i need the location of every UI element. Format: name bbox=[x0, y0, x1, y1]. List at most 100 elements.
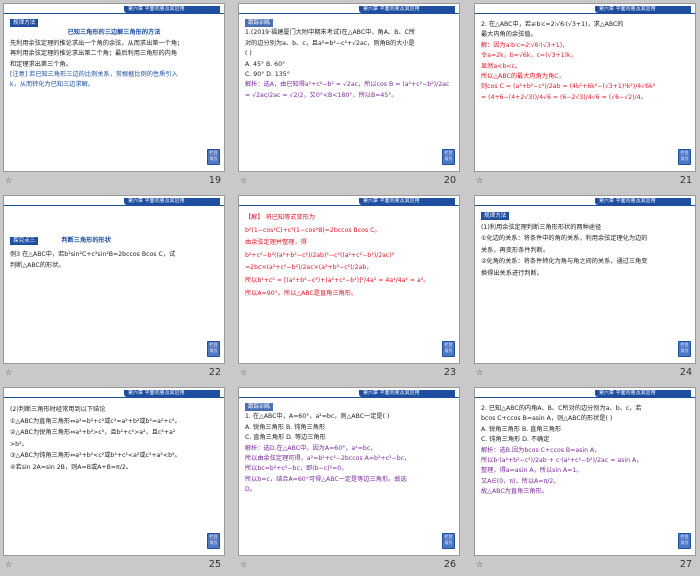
slide-header: 第六章 平面向量及其应用 bbox=[4, 196, 224, 206]
slide-text: C. 直角三角形 D. 等边三角形 bbox=[245, 434, 326, 442]
slide-text: b²(1−cos²C)+c²(1−cos²B)=2bccos Bcos C。 bbox=[245, 226, 381, 234]
slide-text: b²+c²−b²((a²+b²−c²)/2ab)²−c²((a²+c²−b²)/… bbox=[245, 251, 395, 259]
slide-header: 第六章 平面向量及其应用 bbox=[475, 196, 695, 206]
slide-text: 2. 在△ABC中，若a∶b∶c=2∶√6∶(√3+1)，求△ABC的 bbox=[481, 21, 624, 28]
star-icon[interactable]: ☆ bbox=[5, 368, 14, 377]
slide-text: C. 钝角三角形 D. 不确定 bbox=[481, 436, 550, 444]
slide-text: 所以由余弦定理可得，a²=b²+c²−2bccos A=b²+c²−bc， bbox=[245, 455, 411, 463]
slide-text: A. 45° B. 60° bbox=[245, 60, 286, 68]
star-icon[interactable]: ☆ bbox=[240, 560, 249, 569]
star-icon[interactable]: ☆ bbox=[240, 368, 249, 377]
slide-thumbnail[interactable]: 第六章 平面向量及其应用 2. 在△ABC中，若a∶b∶c=2∶√6∶(√3+1… bbox=[474, 3, 696, 188]
nav-icon[interactable]: 栏目导引 bbox=[442, 341, 455, 357]
nav-icon[interactable]: 栏目导引 bbox=[207, 533, 220, 549]
section-tag: 规律方法 bbox=[10, 19, 39, 27]
slide-header: 第六章 平面向量及其应用 bbox=[239, 4, 459, 14]
slide-text: 解：因为a∶b∶c=2∶√6∶(√3+1)， bbox=[481, 41, 569, 49]
star-icon[interactable]: ☆ bbox=[5, 560, 14, 569]
slide-24[interactable]: 第六章 平面向量及其应用 规律方法 (1)利用余弦定理判断三角形形状的两种途径 … bbox=[474, 195, 696, 364]
star-icon[interactable]: ☆ bbox=[5, 176, 14, 185]
slide-26[interactable]: 第六章 平面向量及其应用 跟踪训练 1. 在△ABC中，A=60°，a²=bc，… bbox=[238, 387, 460, 556]
slide-text: 1. 在△ABC中，A=60°，a²=bc，则△ABC一定是( ) bbox=[245, 413, 390, 421]
slide-text: 所以△ABC的最大内角为角C， bbox=[481, 73, 565, 81]
star-icon[interactable]: ☆ bbox=[476, 368, 485, 377]
slide-text: 关系，再变形条件判断。 bbox=[481, 246, 550, 254]
slide-text: 由余弦定理并整理，得 bbox=[245, 239, 307, 247]
slide-27[interactable]: 第六章 平面向量及其应用 2. 已知△ABC的内角A、B、C所对的边分别为a、b… bbox=[474, 387, 696, 556]
slide-text: 所以A=90°。所以△ABC是直角三角形。 bbox=[245, 289, 358, 297]
slide-header: 第六章 平面向量及其应用 bbox=[4, 4, 224, 14]
slide-header: 第六章 平面向量及其应用 bbox=[475, 4, 695, 14]
slide-22[interactable]: 第六章 平面向量及其应用 探究点三 判断三角形的形状 例3 在△ABC中，若b²s… bbox=[3, 195, 225, 364]
slide-text: 整理，得a=asin A，所以sin A=1。 bbox=[481, 467, 583, 475]
slide-text: [注意] 若已知三角形三边的比例关系，常根据比例的性质引入 bbox=[10, 71, 178, 79]
slide-text: 例3 在△ABC中，若b²sin²C+c²sin²B=2bccos Bcos C… bbox=[10, 251, 176, 259]
slide-number: 21 bbox=[679, 175, 692, 186]
slide-text: (2)判断三角形时经常用到以下结论 bbox=[10, 406, 106, 413]
star-icon[interactable]: ☆ bbox=[476, 176, 485, 185]
slide-text: bcos C+ccos B=asin A，则△ABC的形状是( ) bbox=[481, 415, 613, 423]
slide-thumbnail[interactable]: 第六章 平面向量及其应用 跟踪训练 1.(2019·福建厦门大附中期末考试)在△… bbox=[238, 3, 460, 188]
slide-25[interactable]: 第六章 平面向量及其应用 (2)判断三角形时经常用到以下结论 ①△ABC为直角三… bbox=[3, 387, 225, 556]
slide-text: ③△ABC为钝角三角形⇔a²+b²<c²或b²+c²<a²或c²+a²<b²。 bbox=[10, 452, 181, 460]
slide-text: (1)利用余弦定理判断三角形形状的两种途径 bbox=[481, 223, 602, 231]
slide-text: 判断△ABC的形状。 bbox=[10, 261, 65, 269]
slide-text: = √2ac/2ac = √2/2，又0°<B<180°，所以B=45°。 bbox=[245, 91, 398, 99]
nav-icon[interactable]: 栏目导引 bbox=[678, 533, 691, 549]
slide-text: =2bc×(a²+c²−b²)/2ac×(a²+b²−c²)/2ab， bbox=[245, 264, 373, 272]
slide-text: ①△ABC为直角三角形⇔a²=b²+c²或c²=a²+b²或b²=a²+c²。 bbox=[10, 417, 181, 425]
slide-text: 再利用余弦定理的推论求出第二个角；最后利用三角形的内角 bbox=[10, 50, 178, 58]
slide-text: D。 bbox=[245, 486, 256, 494]
nav-icon[interactable]: 栏目导引 bbox=[678, 341, 691, 357]
nav-icon[interactable]: 栏目导引 bbox=[678, 149, 691, 165]
slide-20[interactable]: 第六章 平面向量及其应用 跟踪训练 1.(2019·福建厦门大附中期末考试)在△… bbox=[238, 3, 460, 172]
section-tag: 探究点三 bbox=[10, 237, 39, 245]
section-tag: 跟踪训练 bbox=[245, 403, 274, 411]
slide-header: 第六章 平面向量及其应用 bbox=[239, 196, 459, 206]
section-tag: 跟踪训练 bbox=[245, 19, 274, 27]
slide-text: 所以b=c，结合A=60°可得△ABC一定是等边三角形。故选 bbox=[245, 475, 407, 483]
nav-icon[interactable]: 栏目导引 bbox=[207, 149, 220, 165]
slide-text: 则cos C = (a²+b²−c²)/2ab = (4k²+6k²−(√3+1… bbox=[481, 83, 656, 91]
slide-text: >b²。 bbox=[10, 440, 28, 448]
slide-19[interactable]: 第六章 平面向量及其应用 规律方法 已知三角形的三边解三角形的方法 先利用余弦定… bbox=[3, 3, 225, 172]
nav-icon[interactable]: 栏目导引 bbox=[207, 341, 220, 357]
slide-text: 所以b²+c² = [(a²+b²−c²)+(a²+c²−b²)]²/4a² =… bbox=[245, 276, 430, 284]
slide-thumbnail[interactable]: 第六章 平面向量及其应用 【解】 将已知等式变形为 b²(1−cos²C)+c²… bbox=[238, 195, 460, 380]
slide-number: 27 bbox=[679, 559, 692, 570]
slide-text: k，从而转化为已知三边求解。 bbox=[10, 81, 95, 89]
slide-number: 19 bbox=[208, 175, 221, 186]
slide-text: 2. 已知△ABC的内角A、B、C所对的边分别为a、b、c，若 bbox=[481, 405, 642, 412]
slide-text: ①化边的关系：将条件中的角的关系，利用余弦定理化为边的 bbox=[481, 235, 648, 243]
slide-text: ②化角的关系：将条件转化为角与角之间的关系，通过三角变 bbox=[481, 258, 648, 266]
slide-number: 26 bbox=[443, 559, 456, 570]
slide-text: 解析：选A，由已知得a²+c²−b² = √2ac，所以cos B = (a²+… bbox=[245, 81, 450, 89]
slide-text: A. 锐角三角形 B. 钝角三角形 bbox=[245, 423, 326, 431]
slide-text: = (4+6−(4+2√3))/4√6 = (6−2√3)/4√6 = (√6−… bbox=[481, 93, 647, 101]
slide-thumbnail[interactable]: 第六章 平面向量及其应用 跟踪训练 1. 在△ABC中，A=60°，a²=bc，… bbox=[238, 387, 460, 572]
slide-23[interactable]: 第六章 平面向量及其应用 【解】 将已知等式变形为 b²(1−cos²C)+c²… bbox=[238, 195, 460, 364]
slide-text: 所以b·(a²+b²−c²)/2ab + c·(a²+c²−b²)/2ac = … bbox=[481, 457, 643, 465]
nav-icon[interactable]: 栏目导引 bbox=[442, 533, 455, 549]
slide-text: 解析：选B.因为bcos C+ccos B=asin A， bbox=[481, 446, 601, 454]
slide-text: ④若sin 2A=sin 2B，则A=B或A+B=π/2。 bbox=[10, 463, 132, 471]
slide-number: 24 bbox=[679, 367, 692, 378]
slide-thumbnail[interactable]: 第六章 平面向量及其应用 探究点三 判断三角形的形状 例3 在△ABC中，若b²s… bbox=[3, 195, 225, 380]
slide-21[interactable]: 第六章 平面向量及其应用 2. 在△ABC中，若a∶b∶c=2∶√6∶(√3+1… bbox=[474, 3, 696, 172]
slide-thumbnail[interactable]: 第六章 平面向量及其应用 (2)判断三角形时经常用到以下结论 ①△ABC为直角三… bbox=[3, 387, 225, 572]
slide-text: ( ) bbox=[245, 50, 252, 58]
slide-number: 20 bbox=[443, 175, 456, 186]
slide-text: 和定理求出第三个角。 bbox=[10, 60, 72, 68]
slide-thumbnail[interactable]: 第六章 平面向量及其应用 规律方法 (1)利用余弦定理判断三角形形状的两种途径 … bbox=[474, 195, 696, 380]
star-icon[interactable]: ☆ bbox=[240, 176, 249, 185]
slide-text: 【解】 将已知等式变形为 bbox=[245, 214, 316, 221]
slide-thumbnail[interactable]: 第六章 平面向量及其应用 规律方法 已知三角形的三边解三角形的方法 先利用余弦定… bbox=[3, 3, 225, 188]
star-icon[interactable]: ☆ bbox=[476, 560, 485, 569]
slide-text: C. 90° D. 135° bbox=[245, 71, 290, 79]
slide-heading: 已知三角形的三边解三角形的方法 bbox=[67, 29, 161, 37]
slide-text: 又A∈(0，π)，所以A=π/2。 bbox=[481, 477, 560, 485]
slide-text: 解析：选D.在△ABC中，因为A=60°，a²=bc， bbox=[245, 444, 377, 452]
slide-thumbnail[interactable]: 第六章 平面向量及其应用 2. 已知△ABC的内角A、B、C所对的边分别为a、b… bbox=[474, 387, 696, 572]
nav-icon[interactable]: 栏目导引 bbox=[442, 149, 455, 165]
slide-header: 第六章 平面向量及其应用 bbox=[239, 388, 459, 398]
